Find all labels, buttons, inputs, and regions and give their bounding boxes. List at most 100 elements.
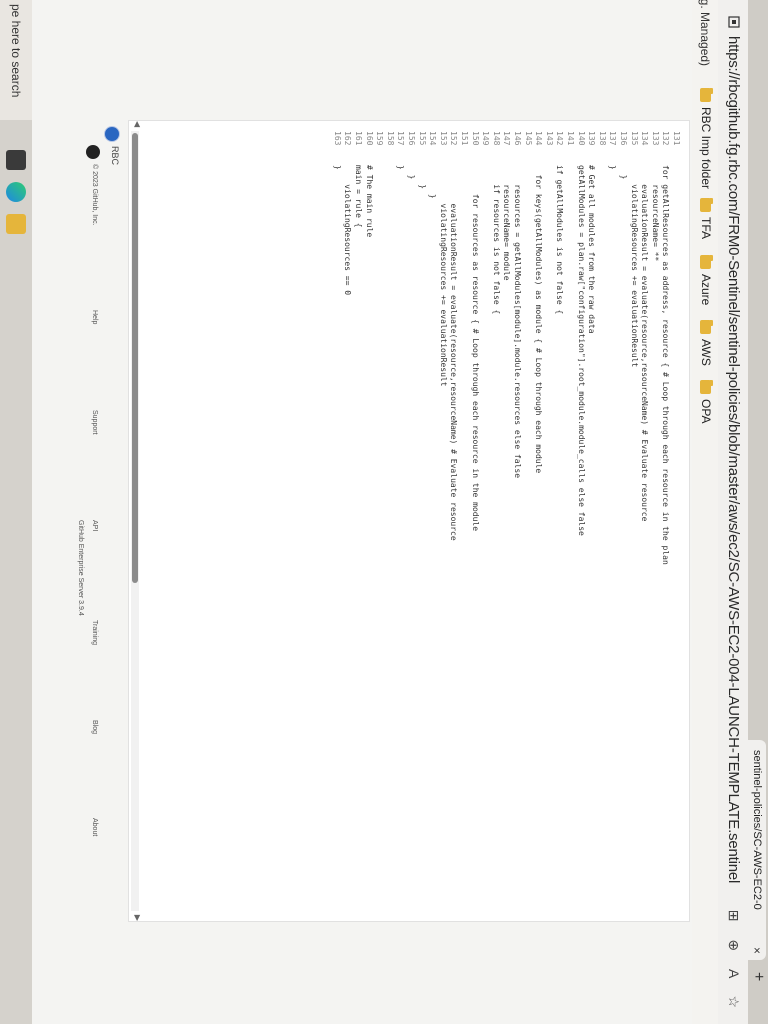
tab-strip: sentinel-policies/SC-AWS-EC2-0 × +: [748, 0, 768, 1024]
active-tab[interactable]: sentinel-policies/SC-AWS-EC2-0 ×: [748, 740, 766, 960]
bookmark-azure[interactable]: Azure: [699, 255, 713, 305]
new-tab-icon[interactable]: +: [748, 972, 768, 981]
browser-window: sentinel-policies/SC-AWS-EC2-0 × + https…: [0, 0, 768, 1024]
server-version: GitHub Enterprise Server 3.9.4: [77, 520, 84, 616]
line-number[interactable]: 149: [481, 131, 490, 145]
code-line: }: [407, 165, 416, 180]
github-logo-icon[interactable]: [86, 145, 100, 159]
line-number[interactable]: 163: [333, 131, 342, 145]
page-info-icon[interactable]: [728, 16, 740, 28]
code-line: }: [428, 165, 438, 199]
line-number[interactable]: 159: [375, 131, 384, 145]
zoom-icon[interactable]: ⊕: [726, 939, 742, 951]
edge-browser-icon[interactable]: [6, 182, 26, 202]
code-line: }: [332, 165, 342, 170]
line-number[interactable]: 151: [460, 131, 469, 145]
line-number[interactable]: 131: [672, 131, 681, 145]
folder-icon: [700, 198, 712, 212]
folder-icon: [700, 255, 712, 269]
code-line: for getAllResources as address, resource…: [661, 165, 671, 565]
code-line: }: [396, 165, 406, 170]
line-number[interactable]: 155: [418, 131, 427, 145]
folder-icon: [700, 88, 712, 102]
code-line: main = rule {: [354, 165, 363, 228]
footer-link-api[interactable]: API: [91, 520, 98, 531]
footer-link-help[interactable]: Help: [91, 310, 98, 324]
scroll-left-icon[interactable]: ◀: [133, 121, 142, 127]
bookmark-rbc-imp-folder[interactable]: RBC Imp folder: [699, 88, 713, 189]
line-number[interactable]: 157: [396, 131, 405, 145]
line-number[interactable]: 137: [608, 131, 617, 145]
code-line: for resources as resource { # Loop throu…: [470, 165, 480, 532]
line-number[interactable]: 140: [577, 131, 586, 145]
footer-link-blog[interactable]: Blog: [91, 720, 98, 734]
line-number[interactable]: 142: [555, 131, 564, 145]
line-number[interactable]: 143: [545, 131, 554, 145]
line-number[interactable]: 147: [502, 131, 511, 145]
line-number[interactable]: 141: [566, 131, 575, 145]
line-number[interactable]: 148: [492, 131, 501, 145]
line-number[interactable]: 135: [630, 131, 639, 145]
read-aloud-icon[interactable]: A: [726, 969, 742, 978]
copyright-text: © 2023 GitHub, Inc.: [91, 164, 98, 226]
footer-link-training[interactable]: Training: [91, 620, 98, 645]
line-number[interactable]: 146: [513, 131, 522, 145]
line-number[interactable]: 152: [449, 131, 458, 145]
line-number[interactable]: 150: [471, 131, 480, 145]
tab-title: sentinel-policies/SC-AWS-EC2-0: [751, 750, 763, 910]
code-line: if resources is not false {: [491, 165, 501, 315]
line-number[interactable]: 136: [619, 131, 628, 145]
line-number[interactable]: 132: [661, 131, 670, 145]
bookmark-label: TFA: [699, 217, 713, 240]
horizontal-scrollbar[interactable]: ◀ ▶: [131, 121, 142, 921]
bookmark-partial[interactable]: ng. Managed): [698, 0, 712, 66]
page-footer: RBC © 2023 GitHub, Inc. Help Support API…: [38, 120, 128, 920]
address-bar: https://rbcgithub.fg.rbc.com/FRM0-Sentin…: [717, 0, 748, 1024]
code-line: violatingResources += evaluationResult: [438, 165, 448, 387]
line-number[interactable]: 154: [428, 131, 437, 145]
line-number[interactable]: 158: [386, 131, 395, 145]
url-input[interactable]: https://rbcgithub.fg.rbc.com/FRM0-Sentin…: [725, 36, 742, 883]
line-number[interactable]: 156: [407, 131, 416, 145]
line-number[interactable]: 162: [343, 131, 352, 145]
line-number[interactable]: 161: [354, 131, 363, 145]
bookmark-tfa[interactable]: TFA: [699, 198, 713, 239]
task-view-icon[interactable]: [6, 150, 26, 170]
file-explorer-icon[interactable]: [6, 214, 26, 234]
code-line: evaluationResult = evaluate(resource,res…: [449, 165, 459, 541]
code-line: }: [608, 165, 618, 170]
folder-icon: [700, 320, 712, 334]
line-number[interactable]: 133: [651, 131, 660, 145]
code-line: violatingResources += evaluationResult: [629, 165, 639, 368]
org-label[interactable]: RBC: [110, 146, 120, 165]
address-bar-actions: ⊞ ⊕ A ☆: [725, 896, 742, 1008]
line-number[interactable]: 138: [598, 131, 607, 145]
line-number[interactable]: 134: [640, 131, 649, 145]
taskbar: pe here to search: [0, 0, 32, 1024]
line-number[interactable]: 144: [534, 131, 543, 145]
scroll-right-icon[interactable]: ▶: [133, 915, 142, 921]
line-number[interactable]: 145: [524, 131, 533, 145]
line-number[interactable]: 139: [587, 131, 596, 145]
line-number[interactable]: 153: [439, 131, 448, 145]
code-line: # Get all modules from the raw data: [587, 165, 597, 334]
close-tab-icon[interactable]: ×: [748, 947, 766, 954]
code-line: resourceName= module: [502, 165, 512, 281]
line-number[interactable]: 160: [365, 131, 374, 145]
bookmark-opa[interactable]: OPA: [699, 380, 713, 423]
code-line: evaluationResult = evaluate(resource,res…: [640, 165, 650, 522]
scrollbar-thumb[interactable]: [132, 133, 138, 583]
favorite-star-icon[interactable]: ☆: [726, 995, 742, 1008]
code-line: # The main rule: [364, 165, 374, 238]
footer-link-support[interactable]: Support: [91, 410, 98, 435]
bookmark-label: AWS: [699, 339, 713, 366]
bookmark-label: Azure: [699, 274, 713, 306]
taskbar-search-input[interactable]: pe here to search: [0, 0, 32, 120]
rbc-avatar-icon[interactable]: [104, 126, 120, 142]
bookmark-aws[interactable]: AWS: [699, 320, 713, 366]
code-line: for keys(getAllModules) as module { # Lo…: [534, 165, 544, 474]
code-line: }: [619, 165, 628, 180]
split-screen-icon[interactable]: ⊞: [726, 910, 742, 922]
footer-link-about[interactable]: About: [91, 818, 98, 836]
bookmarks-bar: ng. Managed) RBC Imp folder TFA Azure AW…: [692, 0, 718, 1024]
